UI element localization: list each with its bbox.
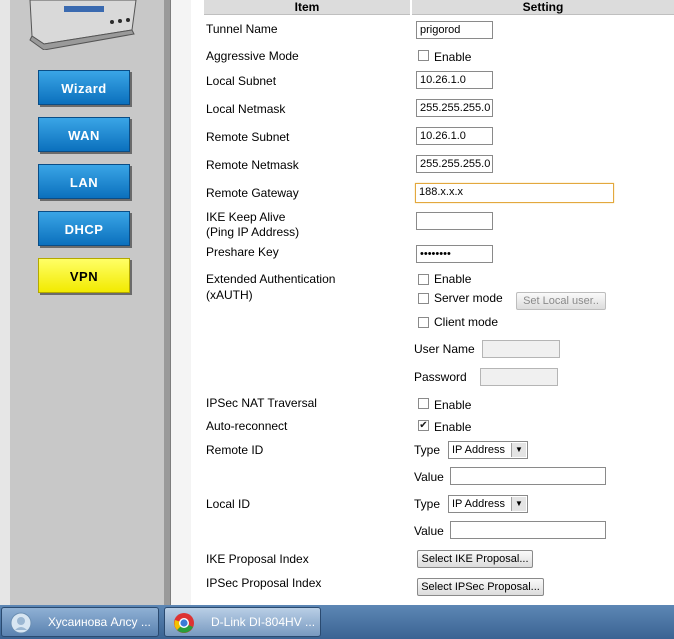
local-netmask-label: Local Netmask	[206, 102, 286, 116]
column-header-item: Item	[204, 0, 410, 15]
ipsec-proposal-label: IPSec Proposal Index	[206, 576, 322, 590]
chrome-icon	[174, 613, 194, 633]
nat-traversal-checkbox[interactable]	[418, 398, 429, 409]
remote-subnet-label: Remote Subnet	[206, 130, 290, 144]
nav-wizard-button[interactable]: Wizard	[38, 70, 130, 105]
select-ipsec-proposal-button[interactable]: Select IPSec Proposal...	[417, 578, 544, 596]
local-id-type-label: Type	[414, 497, 441, 511]
xauth-password-label: Password	[414, 370, 467, 384]
local-subnet-input[interactable]: 10.26.1.0	[416, 71, 493, 89]
sidebar-edge	[0, 0, 10, 605]
local-id-value-label: Value	[414, 524, 444, 538]
local-id-type-value: IP Address	[452, 498, 505, 510]
xauth-enable-checkbox[interactable]	[418, 274, 429, 285]
select-ike-proposal-button[interactable]: Select IKE Proposal...	[417, 550, 533, 568]
remote-id-type-select[interactable]: IP Address ▼	[448, 441, 528, 459]
xauth-sublabel: (xAUTH)	[206, 288, 253, 302]
remote-id-value-label: Value	[414, 470, 444, 484]
sidebar-gutter	[170, 0, 191, 605]
preshare-key-label: Preshare Key	[206, 245, 279, 259]
local-id-label: Local ID	[206, 497, 251, 511]
sidebar: Wizard WAN LAN DHCP VPN	[0, 0, 191, 605]
ike-proposal-label: IKE Proposal Index	[206, 552, 309, 566]
taskbar-item-chrome[interactable]: D-Link DI-804HV ...	[164, 607, 321, 637]
aggressive-mode-label: Aggressive Mode	[206, 49, 299, 63]
router-device-image	[29, 0, 137, 50]
nav-vpn-button[interactable]: VPN	[38, 258, 130, 293]
aggressive-mode-checkbox[interactable]	[418, 50, 429, 61]
remote-gateway-input[interactable]: 188.x.x.x	[415, 183, 614, 203]
xauth-enable-label: Enable	[434, 272, 472, 286]
local-id-type-select[interactable]: IP Address ▼	[448, 495, 528, 513]
remote-netmask-label: Remote Netmask	[206, 158, 299, 172]
messenger-icon	[10, 612, 32, 634]
chevron-down-icon: ▼	[511, 497, 526, 511]
nat-traversal-label: IPSec NAT Traversal	[206, 396, 317, 410]
column-header-setting: Setting	[412, 0, 674, 15]
auto-reconnect-label: Auto-reconnect	[206, 419, 288, 433]
xauth-server-mode-checkbox[interactable]	[418, 293, 429, 304]
xauth-password-input[interactable]	[480, 368, 558, 386]
nav-lan-button[interactable]: LAN	[38, 164, 130, 199]
remote-id-type-value: IP Address	[452, 444, 505, 456]
tunnel-name-input[interactable]: prigorod	[416, 21, 493, 39]
taskbar: Хусаинова Алсу ... D-Link DI-804HV ...	[0, 605, 674, 639]
local-subnet-label: Local Subnet	[206, 74, 277, 88]
remote-id-type-label: Type	[414, 443, 441, 457]
nat-traversal-enable-label: Enable	[434, 398, 472, 412]
chevron-down-icon: ▼	[511, 443, 526, 457]
remote-gateway-label: Remote Gateway	[206, 186, 299, 200]
taskbar-item-label: Хусаинова Алсу ...	[48, 615, 151, 629]
local-id-value-input[interactable]	[450, 521, 606, 539]
auto-reconnect-enable-label: Enable	[434, 420, 472, 434]
remote-subnet-input[interactable]: 10.26.1.0	[416, 127, 493, 145]
ike-keep-alive-sublabel: (Ping IP Address)	[206, 225, 300, 239]
set-local-user-button[interactable]: Set Local user..	[516, 292, 606, 310]
taskbar-item-messenger[interactable]: Хусаинова Алсу ...	[1, 607, 159, 637]
preshare-key-input[interactable]: ••••••••	[416, 245, 493, 263]
remote-id-label: Remote ID	[206, 443, 264, 457]
auto-reconnect-checkbox[interactable]: ✔	[418, 420, 429, 431]
tunnel-name-label: Tunnel Name	[206, 22, 278, 36]
xauth-label: Extended Authentication	[206, 272, 336, 286]
ike-keep-alive-input[interactable]	[416, 212, 493, 230]
local-netmask-input[interactable]: 255.255.255.0	[416, 99, 493, 117]
remote-netmask-input[interactable]: 255.255.255.0	[416, 155, 493, 173]
xauth-client-mode-checkbox[interactable]	[418, 317, 429, 328]
remote-id-value-input[interactable]	[450, 467, 606, 485]
ike-keep-alive-label: IKE Keep Alive	[206, 210, 286, 224]
xauth-client-mode-label: Client mode	[434, 315, 499, 329]
nav-dhcp-button[interactable]: DHCP	[38, 211, 130, 246]
taskbar-item-label: D-Link DI-804HV ...	[211, 615, 316, 629]
nav-wan-button[interactable]: WAN	[38, 117, 130, 152]
xauth-user-name-input[interactable]	[482, 340, 560, 358]
xauth-user-name-label: User Name	[414, 342, 475, 356]
xauth-server-mode-label: Server mode	[434, 291, 503, 305]
aggressive-mode-enable-label: Enable	[434, 50, 472, 64]
